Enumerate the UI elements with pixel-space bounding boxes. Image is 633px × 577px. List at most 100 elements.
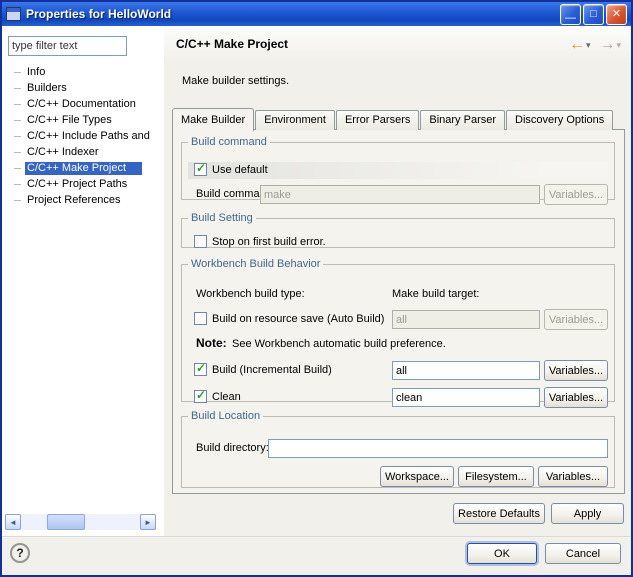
build-command-group: Build command ✓ Use default Build comman…	[181, 136, 615, 200]
workbench-build-behavior-group: Workbench Build Behavior Workbench build…	[181, 258, 615, 402]
tree-item-project-references[interactable]: Project References	[2, 192, 164, 208]
tree-item-label: C/C++ Make Project	[25, 162, 142, 175]
build-command-input[interactable]	[260, 185, 540, 204]
properties-dialog: Properties for HelloWorld — □ ✕ Info Bui…	[0, 0, 633, 577]
tree-line	[14, 184, 21, 185]
back-dropdown-icon[interactable]: ▾	[586, 40, 591, 51]
forward-dropdown-icon[interactable]: ▾	[616, 40, 621, 51]
tree-line	[14, 136, 21, 137]
filesystem-button[interactable]: Filesystem...	[458, 466, 534, 487]
tab-discovery-options[interactable]: Discovery Options	[506, 110, 613, 130]
checkbox-icon[interactable]: ✓	[194, 390, 207, 403]
incremental-build-label: Build (Incremental Build)	[212, 364, 332, 376]
tree-line	[14, 200, 21, 201]
tree-item-label: C/C++ Project Paths	[25, 178, 130, 191]
cancel-button[interactable]: Cancel	[545, 543, 621, 564]
filter-input[interactable]	[8, 36, 127, 56]
auto-build-variables-button[interactable]: Variables...	[544, 309, 608, 330]
tree-item-label: C/C++ Indexer	[25, 146, 102, 159]
build-location-group-title: Build Location	[188, 410, 263, 422]
checkbox-icon[interactable]: ✓	[194, 163, 207, 176]
tree-item-label: Project References	[25, 194, 124, 207]
tree-item-label: Info	[25, 66, 48, 79]
checkbox-icon[interactable]: ✓	[194, 235, 207, 248]
history-nav: ← ▾ → ▾	[569, 36, 621, 54]
tree-item-cpp-documentation[interactable]: C/C++ Documentation	[2, 96, 164, 112]
build-directory-input[interactable]	[268, 439, 608, 458]
page-title: C/C++ Make Project	[176, 37, 288, 51]
page-subtitle: Make builder settings.	[182, 75, 289, 87]
tree-line	[14, 120, 21, 121]
clean-target-input[interactable]	[392, 388, 540, 407]
titlebar[interactable]: Properties for HelloWorld — □ ✕	[2, 2, 631, 26]
forward-icon[interactable]: →	[599, 36, 615, 54]
build-command-group-title: Build command	[188, 136, 270, 148]
tab-environment[interactable]: Environment	[255, 110, 335, 130]
build-command-variables-button[interactable]: Variables...	[544, 184, 608, 205]
apply-button[interactable]: Apply	[551, 503, 624, 524]
scroll-left-icon[interactable]: ◄	[5, 514, 21, 530]
restore-defaults-button[interactable]: Restore Defaults	[453, 503, 545, 524]
back-icon[interactable]: ←	[569, 36, 585, 54]
incremental-build-checkbox[interactable]: ✓ Build (Incremental Build)	[194, 363, 332, 376]
tree-item-label: C/C++ File Types	[25, 114, 115, 127]
checkbox-icon[interactable]: ✓	[194, 312, 207, 325]
make-builder-panel: Build command ✓ Use default Build comman…	[172, 129, 625, 494]
ok-button[interactable]: OK	[467, 543, 537, 564]
clean-checkbox[interactable]: ✓ Clean	[194, 390, 241, 403]
auto-build-target-input[interactable]	[392, 310, 540, 329]
tree-item-builders[interactable]: Builders	[2, 80, 164, 96]
footer-separator	[2, 536, 631, 538]
stop-on-error-label: Stop on first build error.	[212, 236, 326, 248]
use-default-label: Use default	[212, 164, 268, 176]
help-button[interactable]: ?	[10, 543, 30, 563]
check-icon: ✓	[196, 361, 206, 375]
close-button[interactable]: ✕	[606, 4, 627, 25]
tree-item-cpp-project-paths[interactable]: C/C++ Project Paths	[2, 176, 164, 192]
tree-line	[14, 104, 21, 105]
incremental-variables-button[interactable]: Variables...	[544, 360, 608, 381]
incremental-target-input[interactable]	[392, 361, 540, 380]
make-build-target-label: Make build target:	[392, 288, 479, 300]
tree-item-cpp-file-types[interactable]: C/C++ File Types	[2, 112, 164, 128]
location-variables-button[interactable]: Variables...	[538, 466, 608, 487]
scrollbar-track[interactable]	[21, 514, 140, 530]
tab-error-parsers[interactable]: Error Parsers	[336, 110, 419, 130]
check-icon: ✓	[196, 161, 206, 175]
tree-item-cpp-make-project[interactable]: C/C++ Make Project	[2, 160, 164, 176]
main-panel: C/C++ Make Project ← ▾ → ▾ Make builder …	[164, 26, 631, 536]
workspace-button[interactable]: Workspace...	[380, 466, 454, 487]
tree-item-info[interactable]: Info	[2, 64, 164, 80]
window-title: Properties for HelloWorld	[26, 7, 558, 21]
note-label: Note:	[196, 336, 227, 350]
tree-item-label: C/C++ Include Paths and	[25, 130, 153, 143]
maximize-button[interactable]: □	[583, 4, 604, 25]
sidebar: Info Builders C/C++ Documentation C/C++ …	[2, 26, 164, 536]
clean-label: Clean	[212, 391, 241, 403]
tab-binary-parser[interactable]: Binary Parser	[420, 110, 505, 130]
checkbox-icon[interactable]: ✓	[194, 363, 207, 376]
workbench-build-type-label: Workbench build type:	[196, 288, 305, 300]
tab-bar: Make Builder Environment Error Parsers B…	[172, 107, 614, 130]
scrollbar-thumb[interactable]	[47, 514, 85, 530]
scroll-right-icon[interactable]: ►	[140, 514, 156, 530]
auto-build-label: Build on resource save (Auto Build)	[212, 313, 384, 325]
clean-variables-button[interactable]: Variables...	[544, 387, 608, 408]
build-setting-group-title: Build Setting	[188, 212, 256, 224]
stop-on-error-checkbox[interactable]: ✓ Stop on first build error.	[194, 235, 326, 248]
properties-tree: Info Builders C/C++ Documentation C/C++ …	[2, 64, 164, 208]
tree-item-cpp-include-paths[interactable]: C/C++ Include Paths and	[2, 128, 164, 144]
check-icon: ✓	[196, 388, 206, 402]
use-default-checkbox[interactable]: ✓ Use default	[194, 163, 268, 176]
tab-make-builder[interactable]: Make Builder	[172, 108, 254, 131]
build-directory-label: Build directory:	[196, 442, 269, 454]
auto-build-checkbox[interactable]: ✓ Build on resource save (Auto Build)	[194, 312, 384, 325]
tree-item-cpp-indexer[interactable]: C/C++ Indexer	[2, 144, 164, 160]
horizontal-scrollbar[interactable]: ◄ ►	[5, 514, 156, 530]
build-setting-group: Build Setting ✓ Stop on first build erro…	[181, 212, 615, 248]
window-icon	[6, 7, 21, 21]
workbench-group-title: Workbench Build Behavior	[188, 258, 323, 270]
help-icon: ?	[16, 546, 23, 560]
minimize-button[interactable]: —	[560, 4, 581, 25]
tree-item-label: C/C++ Documentation	[25, 98, 139, 111]
